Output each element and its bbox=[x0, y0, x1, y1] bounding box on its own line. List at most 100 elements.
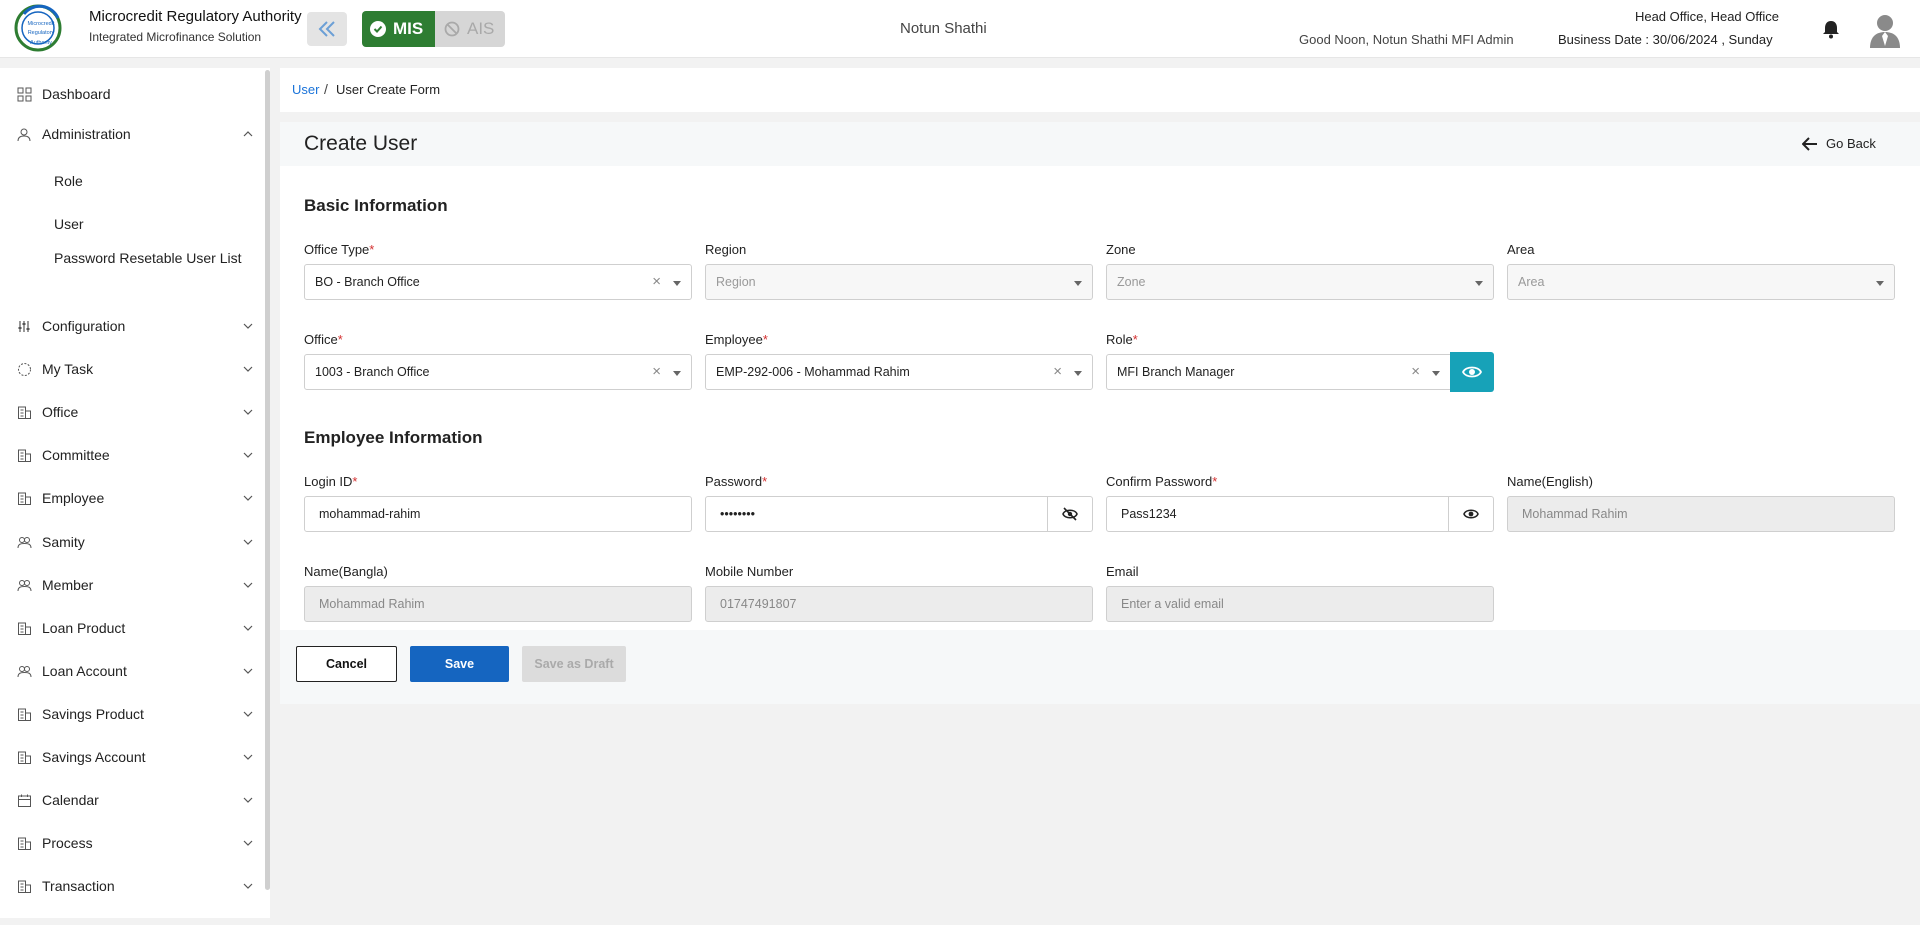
area-select[interactable]: Area bbox=[1507, 264, 1895, 300]
breadcrumb: User / User Create Form bbox=[280, 68, 1920, 112]
view-role-button[interactable] bbox=[1450, 352, 1494, 392]
sidebar-item-process[interactable]: Process bbox=[0, 826, 265, 860]
role-select[interactable]: MFI Branch Manager × bbox=[1106, 354, 1451, 390]
sidebar-item-calendar[interactable]: Calendar bbox=[0, 783, 265, 817]
clear-icon[interactable]: × bbox=[652, 273, 661, 290]
clear-icon[interactable]: × bbox=[1053, 363, 1062, 380]
sidebar-item-savings-account[interactable]: Savings Account bbox=[0, 740, 265, 774]
caret-down-icon bbox=[1074, 281, 1082, 286]
save-button[interactable]: Save bbox=[410, 646, 509, 682]
region-select[interactable]: Region bbox=[705, 264, 1093, 300]
notification-bell-icon[interactable] bbox=[1820, 18, 1842, 40]
sidebar-subitem-password-resetable[interactable]: Password Resetable User List bbox=[54, 249, 244, 267]
organization-name: Notun Shathi bbox=[900, 20, 987, 37]
logo-text-1: Microcredit bbox=[28, 21, 55, 27]
logo-text-2: Regulatory bbox=[28, 30, 55, 36]
dashboard-grid-icon bbox=[17, 87, 32, 101]
ais-toggle-button[interactable]: AIS bbox=[435, 11, 505, 47]
clear-icon[interactable]: × bbox=[652, 363, 661, 380]
toggle-confirm-password-visibility[interactable] bbox=[1449, 496, 1494, 532]
office-type-select[interactable]: BO - Branch Office × bbox=[304, 264, 692, 300]
area-label: Area bbox=[1507, 242, 1535, 257]
toggle-password-visibility[interactable] bbox=[1048, 496, 1093, 532]
employee-select[interactable]: EMP-292-006 - Mohammad Rahim × bbox=[705, 354, 1093, 390]
savings-account-icon bbox=[18, 751, 31, 764]
sidebar-item-loan-product[interactable]: Loan Product bbox=[0, 611, 265, 645]
sidebar-item-label: Loan Account bbox=[42, 663, 127, 679]
sidebar-item-loan-account[interactable]: Loan Account bbox=[0, 654, 265, 688]
cancel-button[interactable]: Cancel bbox=[296, 646, 397, 682]
page-title: Create User bbox=[304, 132, 418, 155]
sidebar-subitem-user[interactable]: User bbox=[54, 215, 244, 233]
chevron-down-icon bbox=[243, 452, 253, 458]
sidebar-item-label: Configuration bbox=[42, 318, 126, 334]
transaction-icon bbox=[18, 880, 31, 893]
card-header: Create User Go Back bbox=[280, 122, 1920, 166]
calendar-icon bbox=[18, 794, 31, 807]
sidebar-item-label: Process bbox=[42, 835, 93, 851]
ais-label: AIS bbox=[467, 19, 495, 38]
sidebar-item-label: Savings Product bbox=[42, 706, 144, 722]
user-avatar-icon[interactable] bbox=[1868, 12, 1902, 48]
eye-icon bbox=[1463, 509, 1479, 519]
chevron-down-icon bbox=[243, 668, 253, 674]
sidebar-item-configuration[interactable]: Configuration bbox=[0, 309, 265, 343]
loan-account-icon bbox=[17, 665, 32, 677]
sidebar-item-employee[interactable]: Employee bbox=[0, 481, 265, 515]
confirm-password-input[interactable] bbox=[1106, 496, 1449, 532]
office-type-label: Office Type* bbox=[304, 242, 375, 257]
go-back-button[interactable]: Go Back bbox=[1802, 136, 1876, 151]
caret-down-icon bbox=[1432, 371, 1440, 376]
sidebar-item-dashboard[interactable]: Dashboard bbox=[0, 77, 265, 111]
employee-value: EMP-292-006 - Mohammad Rahim bbox=[716, 365, 910, 379]
sidebar-item-label: Transaction bbox=[42, 878, 115, 894]
mis-toggle-button[interactable]: MIS bbox=[362, 11, 435, 47]
sidebar-item-label: Samity bbox=[42, 534, 85, 550]
sidebar-item-transaction[interactable]: Transaction bbox=[0, 869, 265, 903]
committee-building-icon bbox=[18, 449, 31, 462]
greeting-text: Good Noon, Notun Shathi MFI Admin bbox=[1299, 32, 1514, 47]
caret-down-icon bbox=[673, 281, 681, 286]
area-placeholder: Area bbox=[1518, 275, 1545, 289]
mobile-number-label: Mobile Number bbox=[705, 564, 794, 579]
chevron-down-icon bbox=[243, 323, 253, 329]
sidebar-item-label: Office bbox=[42, 404, 79, 420]
chevron-down-icon bbox=[243, 883, 253, 889]
sidebar-item-label: Administration bbox=[42, 126, 131, 142]
caret-down-icon bbox=[1475, 281, 1483, 286]
sidebar-item-office[interactable]: Office bbox=[0, 395, 265, 429]
clear-icon[interactable]: × bbox=[1411, 363, 1420, 380]
sidebar-item-committee[interactable]: Committee bbox=[0, 438, 265, 472]
top-header: Microcredit Regulatory Authority Microcr… bbox=[0, 0, 1920, 58]
password-label: Password* bbox=[705, 474, 768, 489]
login-id-input[interactable] bbox=[304, 496, 692, 532]
breadcrumb-link-user[interactable]: User bbox=[292, 82, 319, 97]
brand-title: Microcredit Regulatory Authority bbox=[89, 8, 302, 25]
zone-select[interactable]: Zone bbox=[1106, 264, 1494, 300]
process-icon bbox=[18, 837, 31, 850]
collapse-sidebar-button[interactable] bbox=[307, 12, 347, 46]
mobile-number-input bbox=[705, 586, 1093, 622]
name-bangla-input bbox=[304, 586, 692, 622]
sidebar-item-label: Calendar bbox=[42, 792, 99, 808]
save-as-draft-button[interactable]: Save as Draft bbox=[522, 646, 626, 682]
employee-building-icon bbox=[18, 492, 31, 505]
sidebar-scrollbar[interactable] bbox=[265, 70, 270, 890]
sidebar: Dashboard Administration Role User Passw… bbox=[0, 68, 270, 918]
employee-information-heading: Employee Information bbox=[304, 428, 483, 447]
office-type-value: BO - Branch Office bbox=[315, 275, 420, 289]
password-input[interactable] bbox=[705, 496, 1048, 532]
logo-text-3: Authority bbox=[30, 40, 52, 46]
email-input[interactable] bbox=[1106, 586, 1494, 622]
admin-users-icon bbox=[17, 128, 31, 141]
sidebar-item-member[interactable]: Member bbox=[0, 568, 265, 602]
office-value: 1003 - Branch Office bbox=[315, 365, 430, 379]
name-english-label: Name(English) bbox=[1507, 474, 1593, 489]
create-user-card: Create User Go Back Basic Information Of… bbox=[280, 122, 1920, 704]
sidebar-item-savings-product[interactable]: Savings Product bbox=[0, 697, 265, 731]
office-select[interactable]: 1003 - Branch Office × bbox=[304, 354, 692, 390]
sidebar-item-samity[interactable]: Samity bbox=[0, 525, 265, 559]
sidebar-subitem-role[interactable]: Role bbox=[54, 172, 244, 190]
sidebar-item-my-task[interactable]: My Task bbox=[0, 352, 265, 386]
sidebar-item-administration[interactable]: Administration bbox=[0, 117, 265, 151]
